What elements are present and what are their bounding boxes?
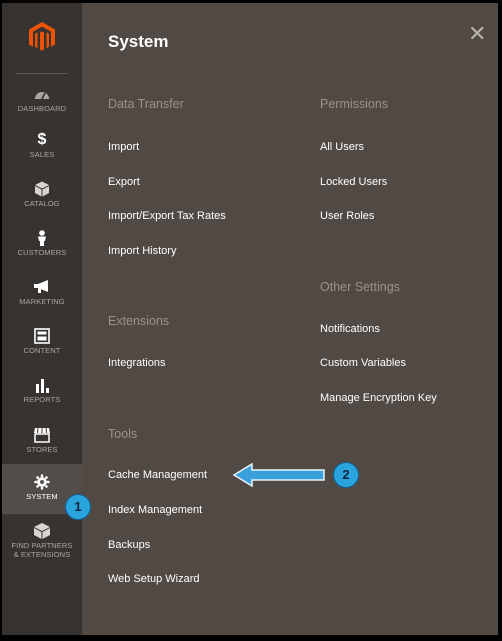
menu-link-user-roles[interactable]: User Roles	[320, 210, 374, 222]
dashboard-gauge-icon	[35, 92, 49, 100]
sidebar-item-reports[interactable]: REPORTS	[2, 377, 82, 404]
sidebar-item-label: FIND PARTNERS	[11, 541, 73, 550]
annotation-badge-1: 1	[65, 494, 91, 520]
sidebar-item-sales[interactable]: $ SALES	[2, 131, 82, 160]
sidebar-item-label: CUSTOMERS	[17, 248, 67, 257]
sidebar-item-label: CATALOG	[24, 199, 60, 208]
annotation-badge-2: 2	[333, 462, 359, 488]
menu-link-locked-users[interactable]: Locked Users	[320, 176, 387, 188]
extension-box-icon	[34, 523, 50, 539]
sidebar-item-marketing[interactable]: MARKETING	[2, 279, 82, 306]
cube-icon	[35, 181, 49, 197]
sidebar-item-label: & EXTENSIONS	[13, 550, 71, 559]
section-heading-other-settings: Other Settings	[320, 280, 400, 294]
sidebar-item-dashboard[interactable]: DASHBOARD	[2, 86, 82, 113]
annotation-arrow	[232, 462, 325, 488]
bar-chart-icon	[36, 379, 49, 393]
admin-sidebar: DASHBOARD $ SALES CATALOG CUSTOMERS MARK…	[2, 3, 82, 635]
sidebar-item-label: MARKETING	[19, 297, 65, 306]
menu-link-import-history[interactable]: Import History	[108, 245, 176, 257]
sidebar-item-catalog[interactable]: CATALOG	[2, 181, 82, 208]
menu-link-cache-management[interactable]: Cache Management	[108, 469, 207, 481]
magento-logo[interactable]	[2, 3, 82, 71]
menu-link-backups[interactable]: Backups	[108, 539, 150, 551]
sidebar-item-label: REPORTS	[23, 395, 61, 404]
menu-link-web-setup-wizard[interactable]: Web Setup Wizard	[108, 573, 200, 585]
menu-link-export[interactable]: Export	[108, 176, 140, 188]
system-menu-panel: System ✕ Data Transfer Import Export Imp…	[82, 3, 498, 635]
sidebar-item-label: CONTENT	[23, 346, 61, 355]
gear-icon	[34, 474, 50, 490]
sidebar-item-label: DASHBOARD	[17, 104, 67, 113]
section-heading-extensions: Extensions	[108, 314, 170, 328]
sidebar-item-label: STORES	[26, 445, 58, 454]
sidebar-item-customers[interactable]: CUSTOMERS	[2, 230, 82, 257]
menu-link-all-users[interactable]: All Users	[320, 141, 364, 153]
section-heading-tools: Tools	[108, 427, 138, 441]
panel-title: System	[108, 32, 169, 51]
menu-link-import-export-tax-rates[interactable]: Import/Export Tax Rates	[108, 210, 226, 222]
menu-link-custom-variables[interactable]: Custom Variables	[320, 357, 406, 369]
dollar-icon: $	[37, 131, 47, 148]
sidebar-item-stores[interactable]: STORES	[2, 427, 82, 454]
sidebar-item-find-partners[interactable]: FIND PARTNERS & EXTENSIONS	[2, 523, 82, 559]
menu-link-index-management[interactable]: Index Management	[108, 504, 202, 516]
section-heading-data-transfer: Data Transfer	[108, 97, 184, 111]
menu-link-manage-encryption-key[interactable]: Manage Encryption Key	[320, 392, 437, 404]
logo-divider	[16, 73, 68, 74]
sidebar-item-label: SALES	[29, 150, 55, 159]
store-icon	[34, 427, 50, 443]
layout-icon	[34, 328, 50, 344]
section-heading-permissions: Permissions	[320, 97, 389, 111]
menu-link-notifications[interactable]: Notifications	[320, 323, 380, 335]
person-icon	[38, 230, 46, 246]
magento-logo-icon	[29, 22, 55, 51]
menu-link-import[interactable]: Import	[108, 141, 139, 153]
menu-link-integrations[interactable]: Integrations	[108, 357, 165, 369]
sidebar-item-label: SYSTEM	[26, 492, 58, 501]
megaphone-icon	[34, 280, 48, 293]
sidebar-item-content[interactable]: CONTENT	[2, 328, 82, 355]
close-icon[interactable]: ✕	[468, 23, 486, 45]
